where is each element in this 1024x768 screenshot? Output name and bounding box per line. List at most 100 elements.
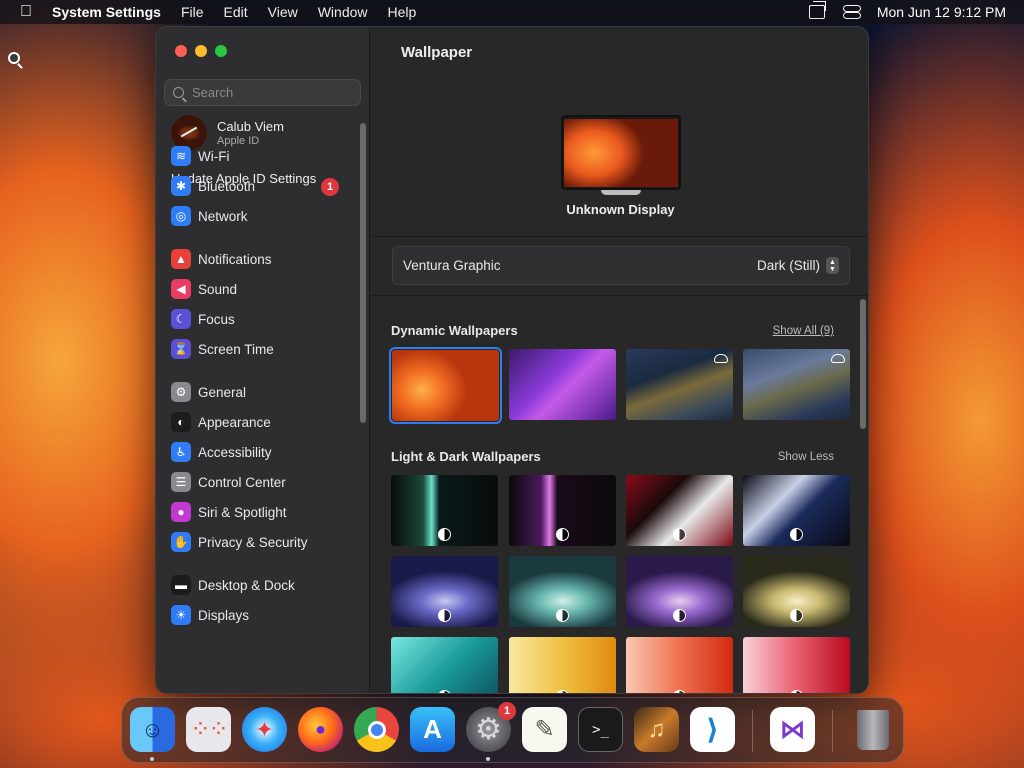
light-dark-icon	[673, 609, 686, 622]
profile-name: Calub Viem	[217, 119, 284, 134]
finder-face-icon: ☺	[141, 716, 164, 742]
sidebar-item-general[interactable]: ⚙ General	[171, 381, 246, 403]
wallpaper-thumb-stripes-purple[interactable]	[509, 475, 616, 546]
control-center-icon[interactable]	[842, 5, 861, 19]
spotlight-search-icon[interactable]	[8, 52, 20, 64]
dock-app-store[interactable]: A	[410, 707, 455, 752]
wallpaper-thumb-stripes-green[interactable]	[391, 475, 498, 546]
wallpaper-thumb-imac-green[interactable]	[509, 556, 616, 627]
chrome-center-icon	[367, 720, 386, 739]
wallpaper-thumb-monterey[interactable]	[509, 349, 616, 420]
sidebar-item-label: Displays	[198, 607, 250, 623]
pen-icon: ✎	[534, 716, 555, 743]
dock-launchpad[interactable]: ⁘⁘	[186, 707, 231, 752]
download-cloud-icon	[714, 354, 728, 363]
dock: ☺ ⁘⁘ ✦ ● A ⚙ 1 ✎ >_ ♫ ⟩ ⋈	[121, 697, 904, 763]
dock-finder[interactable]: ☺	[130, 707, 175, 752]
sidebar-search-field[interactable]	[164, 79, 361, 106]
sidebar-scrollbar[interactable]	[360, 123, 366, 423]
wallpaper-thumb-imac-yellow-orange[interactable]	[509, 637, 616, 693]
vscode-logo-icon: ⟩	[706, 714, 719, 745]
show-less-button[interactable]: Show Less	[778, 451, 834, 463]
wifi-icon: ≋	[171, 146, 191, 166]
close-window-button[interactable]	[175, 45, 187, 57]
sidebar-item-label: Bluetooth	[198, 178, 256, 194]
search-icon	[173, 87, 184, 98]
show-all-button[interactable]: Show All (9)	[773, 325, 834, 337]
dock-vscode[interactable]: ⟩	[690, 707, 735, 752]
dynamic-wallpapers-title: Dynamic Wallpapers	[391, 323, 518, 338]
sidebar-item-network[interactable]: ◎ Network	[171, 205, 248, 227]
wallpaper-thumb-imac-pink[interactable]	[743, 637, 850, 693]
appearance-value: Dark (Still)	[757, 258, 820, 273]
sidebar-item-label: General	[198, 384, 247, 400]
sidebar-item-label: Screen Time	[198, 341, 274, 357]
dock-firefox[interactable]: ●	[298, 707, 343, 752]
light-dark-icon	[790, 609, 803, 622]
dock-terminal[interactable]: >_	[578, 707, 623, 752]
sidebar-item-desktop-dock[interactable]: ▬ Desktop & Dock	[171, 574, 295, 596]
bluetooth-icon: ✱	[171, 176, 191, 196]
appearance-icon: ◐	[171, 412, 191, 432]
appearance-popup[interactable]: Dark (Still) ▲ ▼	[757, 257, 839, 274]
apple-menu-icon[interactable]: 	[0, 3, 52, 21]
wallpaper-thumb-catalina[interactable]	[743, 349, 850, 420]
sidebar-item-sound[interactable]: ◀ Sound	[171, 278, 237, 300]
download-cloud-icon	[831, 354, 845, 363]
update-badge: 1	[321, 178, 339, 196]
dock-textedit[interactable]: ✎	[522, 707, 567, 752]
sidebar-item-label: Network	[198, 208, 248, 224]
sidebar-item-bluetooth[interactable]: ✱ Bluetooth	[171, 175, 255, 197]
wallpaper-thumb-ventura[interactable]	[389, 347, 502, 424]
gallery-scrollbar[interactable]	[860, 299, 866, 429]
trash-icon	[856, 709, 889, 750]
wallpaper-thumb-imac-teal[interactable]	[391, 637, 498, 693]
search-input[interactable]	[192, 85, 352, 100]
sidebar-item-screen-time[interactable]: ⌛ Screen Time	[171, 338, 274, 360]
minimize-window-button[interactable]	[195, 45, 207, 57]
sidebar-item-wi-fi[interactable]: ≋ Wi-Fi	[171, 145, 229, 167]
wallpaper-pane: Wallpaper Unknown Display Ventura Graphi…	[371, 27, 868, 693]
dock-trash[interactable]	[850, 707, 895, 752]
dock-safari[interactable]: ✦	[242, 707, 287, 752]
sidebar-item-appearance[interactable]: ◐ Appearance	[171, 411, 271, 433]
wallpaper-thumb-red-wave[interactable]	[626, 475, 733, 546]
menu-edit[interactable]: Edit	[214, 4, 258, 20]
current-wallpaper-row: Ventura Graphic Dark (Still) ▲ ▼	[392, 246, 850, 285]
dock-chrome[interactable]	[354, 707, 399, 752]
sidebar-item-label: Focus	[198, 311, 235, 327]
accessibility-icon: ♿	[171, 442, 191, 462]
menu-file[interactable]: File	[171, 4, 214, 20]
control-center-icon: ☰	[171, 472, 191, 492]
sidebar-item-displays[interactable]: ☀ Displays	[171, 604, 249, 626]
monitor-stand	[601, 190, 641, 195]
menu-view[interactable]: View	[258, 4, 308, 20]
wallpaper-thumb-imac-orange[interactable]	[626, 637, 733, 693]
wallpaper-thumb-big-sur[interactable]	[626, 349, 733, 420]
sidebar-list[interactable]: Calub Viem Apple ID Update Apple ID Sett…	[156, 115, 370, 693]
menu-app-name[interactable]: System Settings	[52, 4, 171, 20]
sidebar-item-accessibility[interactable]: ♿ Accessibility	[171, 441, 272, 463]
wallpaper-thumb-blue-wave[interactable]	[743, 475, 850, 546]
dock-garageband[interactable]: ♫	[634, 707, 679, 752]
wallpaper-thumb-imac-yellow[interactable]	[743, 556, 850, 627]
zoom-window-button[interactable]	[215, 45, 227, 57]
menu-window[interactable]: Window	[308, 4, 378, 20]
dock-separator	[752, 710, 753, 752]
sidebar-item-siri-spotlight[interactable]: ● Siri & Spotlight	[171, 501, 287, 523]
menu-clock[interactable]: Mon Jun 12 9:12 PM	[877, 4, 1006, 20]
wallpaper-gallery[interactable]: Dynamic Wallpapers Show All (9) Light & …	[371, 297, 868, 693]
screen-mirroring-icon[interactable]	[808, 1, 826, 19]
sidebar-item-privacy-security[interactable]: ✋ Privacy & Security	[171, 531, 308, 553]
light-dark-wallpapers-title: Light & Dark Wallpapers	[391, 449, 541, 464]
sidebar-item-notifications[interactable]: ▲ Notifications	[171, 248, 272, 270]
sidebar-item-control-center[interactable]: ☰ Control Center	[171, 471, 286, 493]
dock-visual-studio[interactable]: ⋈	[770, 707, 815, 752]
wallpaper-thumb-imac-blue[interactable]	[391, 556, 498, 627]
light-dark-icon	[673, 690, 686, 693]
light-dark-icon	[673, 528, 686, 541]
sidebar-item-focus[interactable]: ☾ Focus	[171, 308, 235, 330]
menu-help[interactable]: Help	[378, 4, 427, 20]
globe-icon: ◎	[171, 206, 191, 226]
wallpaper-thumb-imac-purple[interactable]	[626, 556, 733, 627]
